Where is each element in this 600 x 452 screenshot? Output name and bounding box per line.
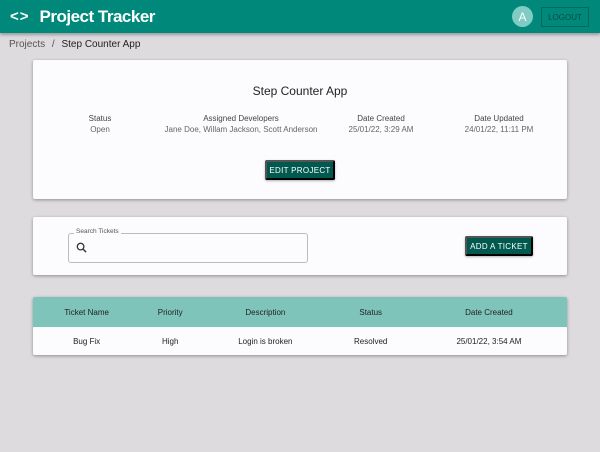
tickets-table: Ticket Name Priority Description Status … <box>33 297 567 355</box>
app-title[interactable]: Project Tracker <box>40 7 156 27</box>
cell-ticket-name: Bug Fix <box>73 336 101 346</box>
code-icon[interactable]: <> <box>10 8 30 25</box>
breadcrumb-projects[interactable]: Projects <box>9 39 45 50</box>
field-status: Status Open <box>89 113 112 135</box>
header-description[interactable]: Description <box>200 297 331 327</box>
breadcrumb: Projects / Step Counter App <box>9 39 140 50</box>
logout-button[interactable]: LOGOUT <box>541 7 589 27</box>
app-bar: <> Project Tracker A LOGOUT <box>0 0 600 33</box>
field-label: Date Created <box>357 114 405 123</box>
cell-date-created: 25/01/22, 3:54 AM <box>456 336 522 346</box>
header-ticket-name[interactable]: Ticket Name <box>33 297 141 327</box>
header-date-created[interactable]: Date Created <box>410 297 567 327</box>
project-title: Step Counter App <box>252 84 348 98</box>
field-date-created: Date Created 25/01/22, 3:29 AM <box>349 113 414 135</box>
field-value: 25/01/22, 3:29 AM <box>348 125 414 134</box>
project-details-card: Step Counter App Status Open Assigned Dev… <box>33 60 567 199</box>
add-ticket-button[interactable]: ADD A TICKET <box>465 236 533 256</box>
field-label: Status <box>88 114 112 123</box>
table-row[interactable]: Bug Fix High Login is broken Resolved 25… <box>33 327 567 355</box>
field-date-updated: Date Updated 24/01/22, 11:11 PM <box>465 113 534 135</box>
field-developers: Assigned Developers Jane Doe, Willam Jack… <box>165 113 318 135</box>
breadcrumb-current: Step Counter App <box>61 39 141 50</box>
field-value: 24/01/22, 11:11 PM <box>464 125 534 134</box>
cell-priority: High <box>161 336 179 346</box>
header-status[interactable]: Status <box>330 297 411 327</box>
avatar[interactable]: A <box>512 6 533 27</box>
field-label: Assigned Developers <box>203 114 279 123</box>
tickets-table-card: Ticket Name Priority Description Status … <box>33 297 567 355</box>
search-input[interactable] <box>93 239 298 257</box>
field-value: Jane Doe, Willam Jackson, Scott Anderson <box>164 125 318 134</box>
table-header-row: Ticket Name Priority Description Status … <box>33 297 567 327</box>
field-value: Open <box>90 125 110 134</box>
search-icon <box>76 242 87 253</box>
cell-status: Resolved <box>354 336 388 346</box>
breadcrumb-separator: / <box>51 39 55 50</box>
search-tickets-field[interactable]: Search Tickets <box>68 228 308 263</box>
cell-description: Login is broken <box>238 336 293 346</box>
header-priority[interactable]: Priority <box>140 297 201 327</box>
search-label: Search Tickets <box>74 228 121 235</box>
field-label: Date Updated <box>474 114 524 123</box>
search-card: Search Tickets ADD A TICKET <box>33 217 567 275</box>
edit-project-button[interactable]: EDIT PROJECT <box>265 160 335 180</box>
